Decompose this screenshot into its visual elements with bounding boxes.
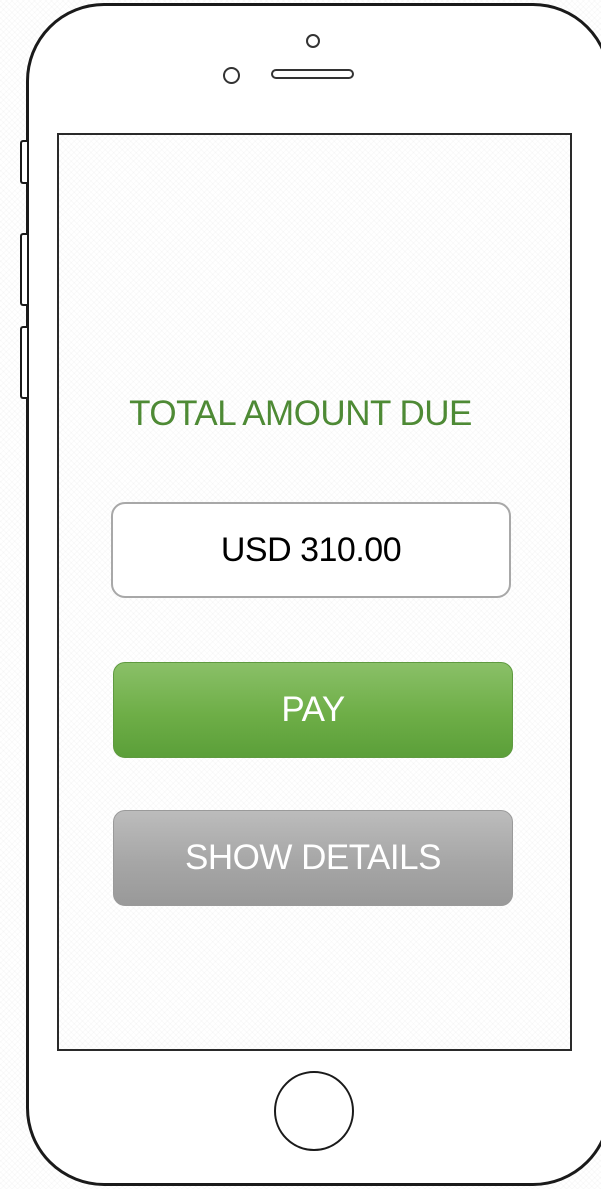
amount-due-field: USD 310.00: [111, 502, 511, 598]
amount-due-value: USD 310.00: [220, 530, 402, 569]
volume-down-button: [20, 326, 27, 399]
pay-button[interactable]: PAY: [113, 662, 513, 758]
proximity-sensor-icon: [223, 67, 240, 84]
volume-up-button: [20, 233, 27, 306]
show-details-button[interactable]: SHOW DETAILS: [113, 810, 513, 906]
page-title: TOTAL AMOUNT DUE: [129, 394, 472, 433]
show-details-button-label: SHOW DETAILS: [185, 838, 441, 877]
home-button[interactable]: [274, 1071, 354, 1151]
pay-button-label: PAY: [281, 690, 345, 729]
earpiece-speaker-icon: [271, 69, 354, 79]
front-camera-icon: [306, 34, 320, 48]
mute-switch: [20, 140, 27, 184]
